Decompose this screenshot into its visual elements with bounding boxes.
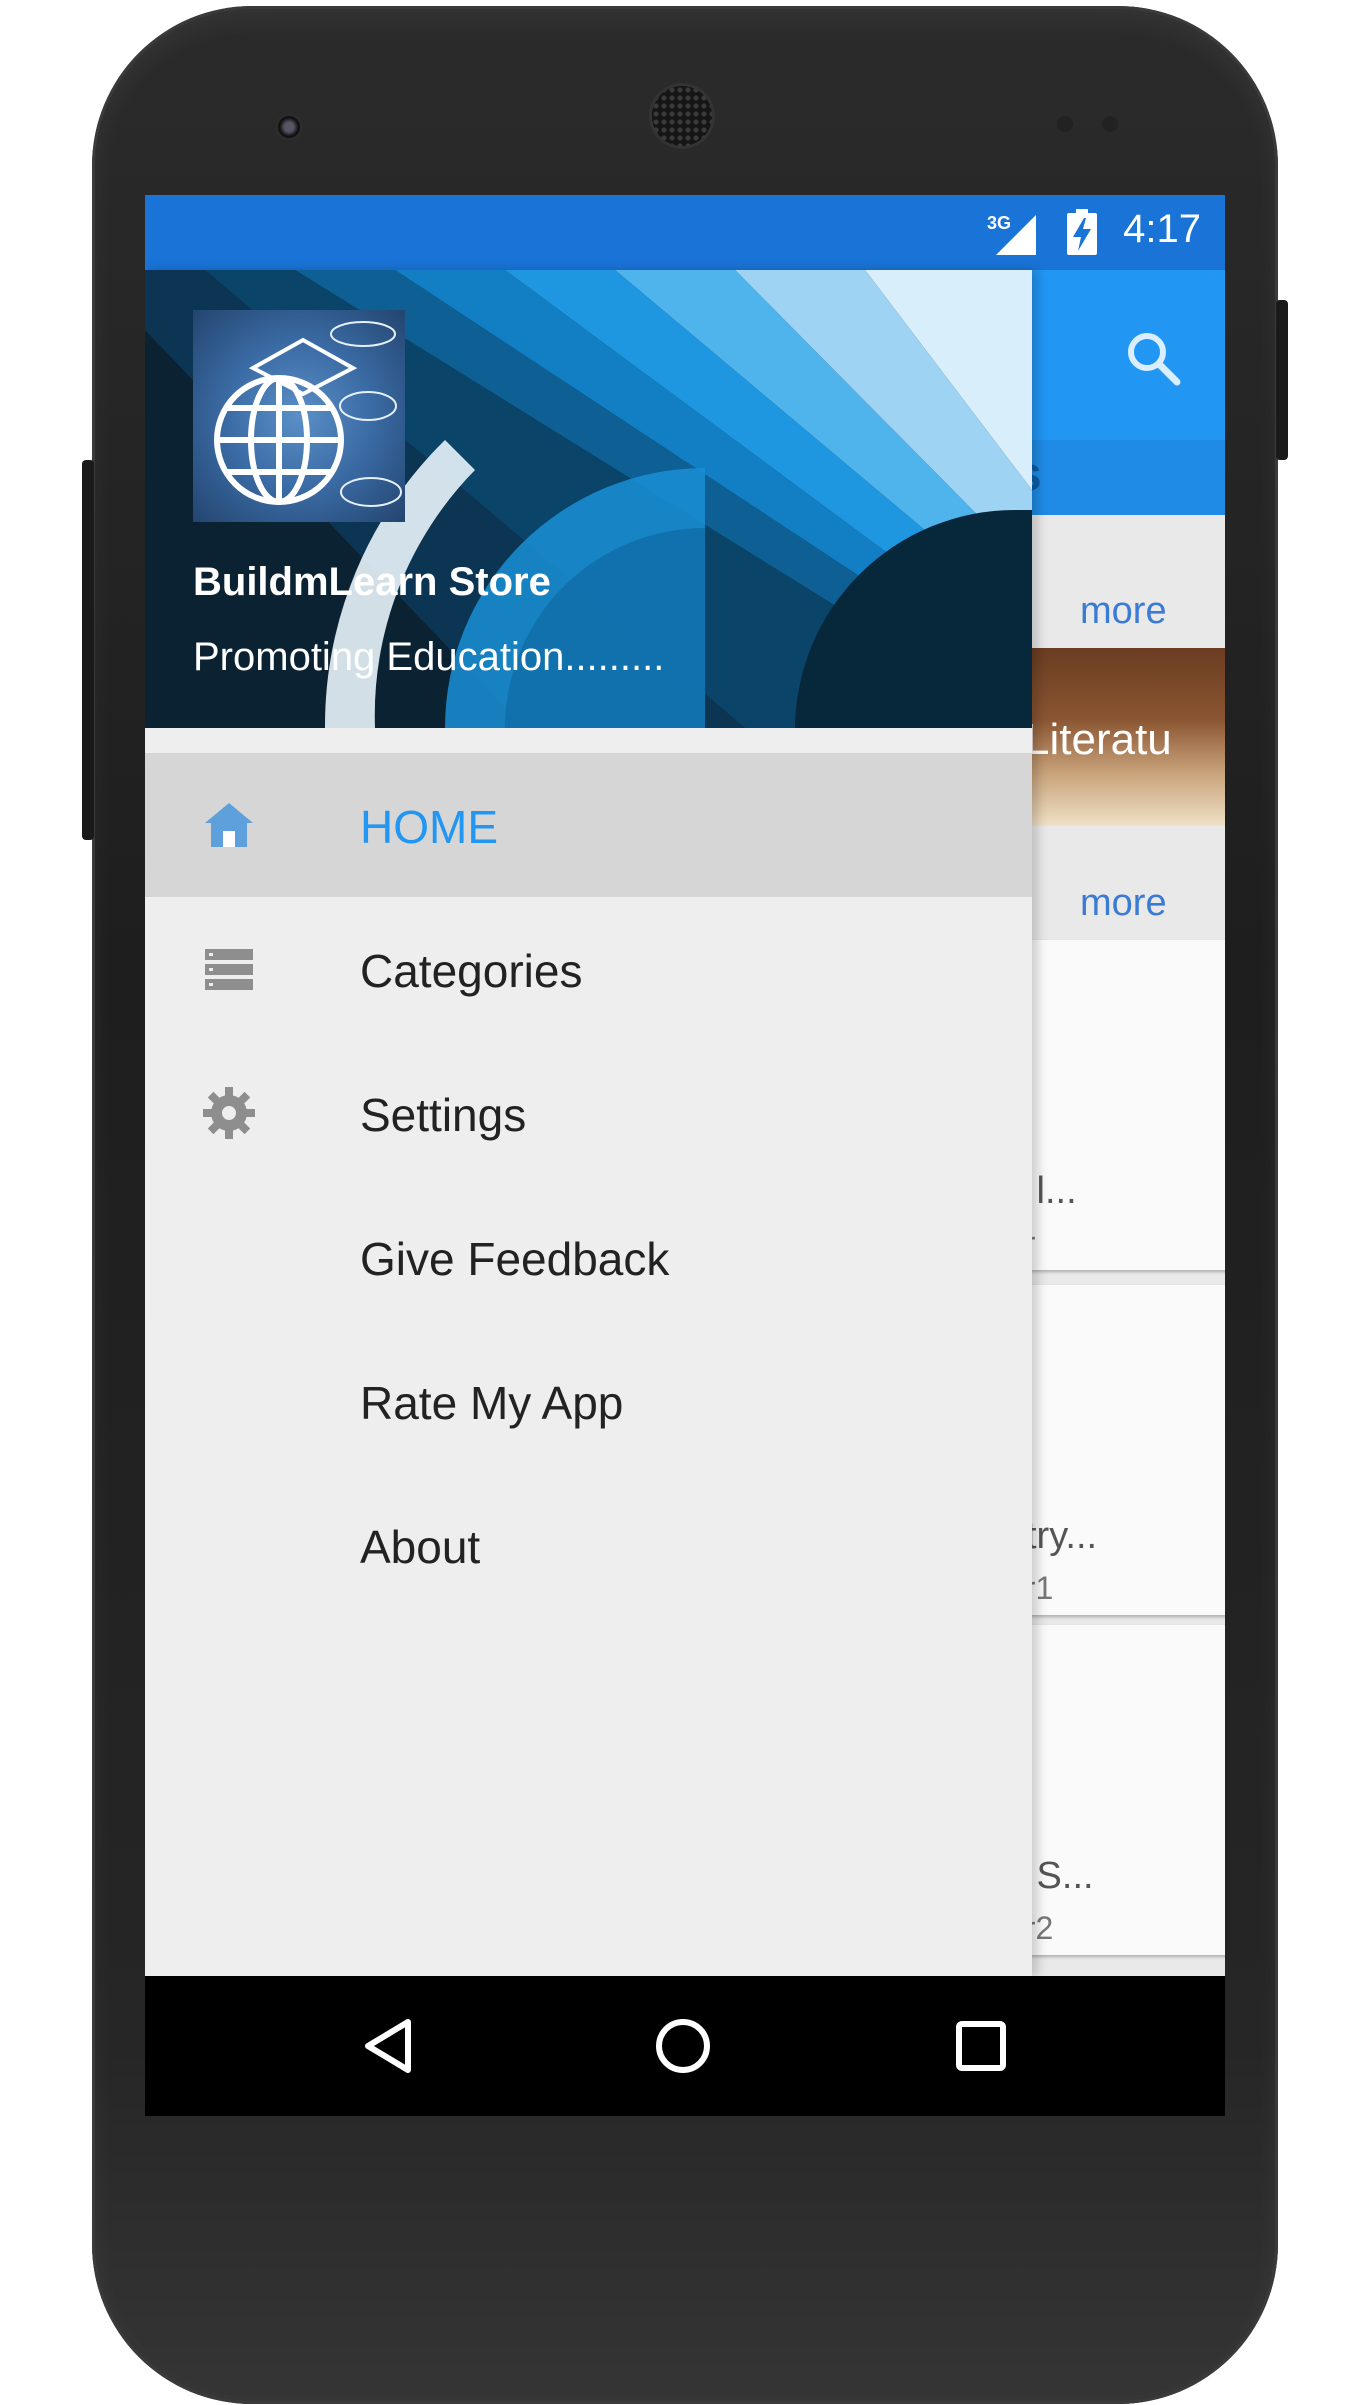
volume-rocker[interactable] (82, 460, 94, 840)
more-link[interactable]: more (1080, 590, 1167, 633)
drawer-tagline: Promoting Education......... (193, 635, 665, 679)
clock: 4:17 (1123, 207, 1201, 251)
drawer-item-label: Give Feedback (360, 1233, 670, 1285)
drawer-item-label: HOME (360, 801, 498, 853)
literature-label: Literatu (1025, 715, 1172, 764)
earpiece-speaker (652, 86, 712, 146)
power-button[interactable] (1276, 300, 1288, 460)
app-card[interactable]: y S... or2 (1007, 1625, 1225, 1955)
list-icon (205, 949, 253, 990)
proximity-sensor (1057, 116, 1073, 132)
app-logo (193, 310, 405, 522)
recents-icon[interactable] (953, 2018, 1009, 2074)
drawer-item-home[interactable]: HOME (145, 753, 1032, 897)
search-icon[interactable] (1123, 328, 1183, 388)
drawer-item-label: About (360, 1521, 481, 1573)
drawer-item-label: Settings (360, 1089, 527, 1141)
drawer-item-settings[interactable]: Settings (145, 1041, 1032, 1185)
front-camera (278, 116, 300, 138)
signal-icon (996, 215, 1036, 255)
back-icon[interactable] (360, 2016, 420, 2076)
more-link[interactable]: more (1080, 882, 1167, 925)
drawer-item-label: Categories (360, 945, 583, 997)
battery-charging-icon (1067, 209, 1097, 255)
drawer-item-label: Rate My App (360, 1377, 624, 1429)
device-screen: s more Literatu more y l... or stry... o… (145, 195, 1225, 2116)
globe-icon (214, 321, 402, 507)
status-bar: 3G 4:17 (145, 195, 1225, 270)
drawer-item-about[interactable]: About (145, 1473, 1032, 1617)
app-card[interactable]: y l... or (1007, 940, 1225, 1270)
home-icon (205, 803, 253, 847)
drawer-item-rate-my-app[interactable]: Rate My App (145, 1329, 1032, 1473)
drawer-header: BuildmLearn Store Promoting Education...… (145, 270, 1032, 728)
drawer-item-give-feedback[interactable]: Give Feedback (145, 1185, 1032, 1329)
drawer-item-categories[interactable]: Categories (145, 897, 1032, 1041)
drawer-app-name: BuildmLearn Store (193, 560, 551, 604)
app-card[interactable]: stry... or1 (1007, 1285, 1225, 1615)
navigation-drawer: BuildmLearn Store Promoting Education...… (145, 270, 1032, 1976)
light-sensor (1102, 116, 1118, 132)
gear-icon (203, 1087, 255, 1139)
system-navigation-bar (145, 1976, 1225, 2116)
home-nav-icon[interactable] (653, 2016, 713, 2076)
